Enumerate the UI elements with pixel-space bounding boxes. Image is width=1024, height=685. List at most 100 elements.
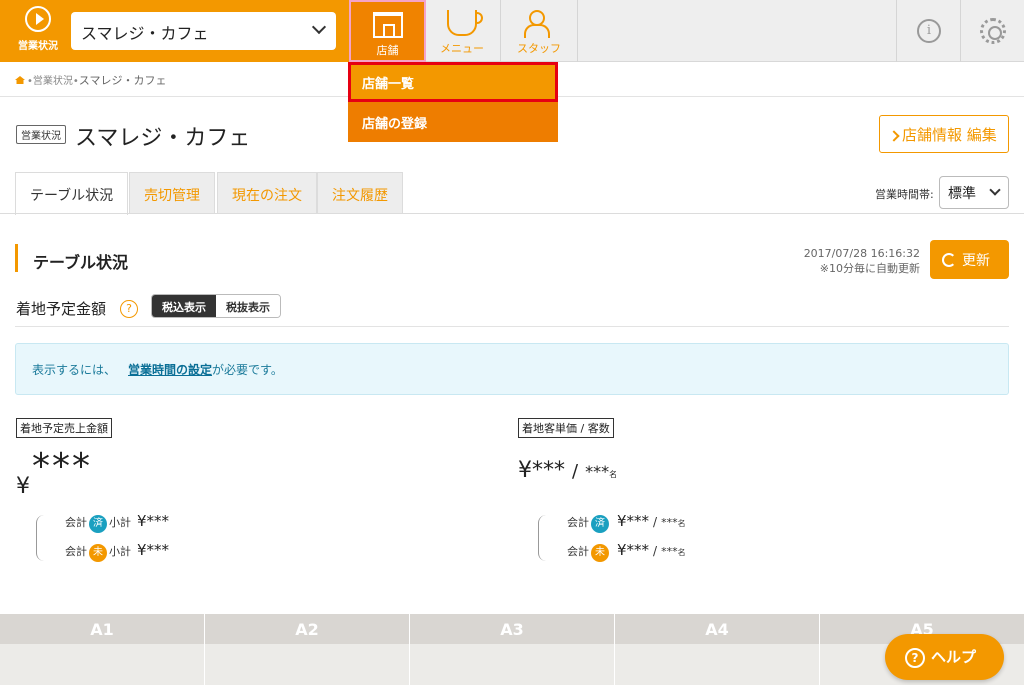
count-unit: 名 bbox=[609, 470, 618, 479]
breadcrumb-parent[interactable]: •営業状況• bbox=[27, 76, 79, 87]
row-label: 会計 bbox=[65, 545, 87, 558]
cup-icon bbox=[447, 10, 483, 36]
sales-status-label: 営業状況 bbox=[18, 41, 58, 52]
slash: / bbox=[653, 515, 658, 529]
unsettled-badge: 未 bbox=[591, 544, 609, 562]
settled-badge: 済 bbox=[591, 515, 609, 533]
tax-toggle: 税込表示 税抜表示 bbox=[151, 294, 281, 318]
unsettled-badge: 未 bbox=[89, 544, 107, 562]
breadcrumb: •営業状況•スマレジ・カフェ bbox=[15, 72, 166, 88]
help-question-icon[interactable]: ? bbox=[120, 300, 138, 318]
home-icon[interactable] bbox=[15, 76, 25, 84]
customer-count: *** bbox=[585, 462, 610, 481]
row-label: 会計 bbox=[567, 516, 589, 529]
nav-menu[interactable]: メニュー bbox=[424, 0, 501, 62]
update-time: 2017/07/28 16:16:32 bbox=[803, 247, 920, 260]
help-icon: ? bbox=[905, 648, 925, 668]
notice-suffix: が必要です。 bbox=[212, 363, 283, 377]
staff-icon bbox=[524, 10, 554, 38]
row-count: *** bbox=[661, 545, 678, 558]
page-badge: 営業状況 bbox=[16, 125, 66, 144]
tab-divider bbox=[0, 213, 1024, 214]
edit-store-info-label: 店舗情報 編集 bbox=[902, 126, 997, 144]
hours-label: 営業時間帯: bbox=[875, 188, 934, 201]
row-count: *** bbox=[661, 516, 678, 529]
per-customer-summary: ¥*** / ***名 bbox=[518, 458, 617, 483]
slash: / bbox=[653, 544, 658, 558]
count-unit: 名 bbox=[677, 519, 686, 528]
slash: / bbox=[572, 461, 579, 482]
row-label: 会計 bbox=[567, 545, 589, 558]
per-customer-tag: 着地客単価 / 客数 bbox=[518, 418, 614, 438]
auto-update-note: ※10分毎に自動更新 bbox=[819, 262, 920, 275]
tab-order-history[interactable]: 注文履歴 bbox=[317, 172, 403, 214]
row-value: ¥*** bbox=[137, 541, 170, 559]
refresh-icon bbox=[942, 253, 956, 267]
row-value: ¥*** bbox=[137, 512, 170, 530]
business-hours-setting-link[interactable]: 営業時間の設定 bbox=[128, 363, 212, 377]
tab-sold-out[interactable]: 売切管理 bbox=[129, 172, 215, 214]
forecast-sales-yen: ¥ bbox=[16, 474, 30, 499]
table-a3[interactable]: A3 bbox=[410, 614, 615, 685]
hours-select-value: 標準 bbox=[948, 186, 976, 202]
row-sub: 小計 bbox=[109, 545, 131, 558]
hours-select[interactable]: 標準 bbox=[939, 176, 1009, 209]
forecast-sales-value: *** bbox=[32, 446, 92, 487]
refresh-label: 更新 bbox=[962, 253, 990, 269]
section-title: テーブル状況 bbox=[33, 253, 129, 272]
row-sub: 小計 bbox=[109, 516, 131, 529]
brand-area: 営業状況 スマレジ・カフェ bbox=[0, 0, 349, 62]
nav-staff[interactable]: スタッフ bbox=[501, 0, 578, 62]
menu-item-store-register[interactable]: 店舗の登録 bbox=[348, 102, 558, 142]
per-customer-row-settled: 会計済 ¥*** / ***名 bbox=[567, 512, 686, 533]
row-value: ¥*** bbox=[617, 541, 650, 559]
help-label: ヘルプ bbox=[931, 648, 977, 666]
menu-item-store-list[interactable]: 店舗一覧 bbox=[348, 62, 558, 102]
store-select-value: スマレジ・カフェ bbox=[81, 24, 209, 43]
chevron-down-icon bbox=[989, 184, 1001, 196]
table-a2[interactable]: A2 bbox=[205, 614, 410, 685]
per-customer-row-unsettled: 会計未 ¥*** / ***名 bbox=[567, 541, 686, 562]
forecast-amount-label: 着地予定金額 bbox=[16, 300, 107, 318]
store-select[interactable]: スマレジ・カフェ bbox=[71, 12, 336, 50]
gear-icon bbox=[980, 18, 1006, 44]
brace bbox=[36, 515, 44, 561]
table-a4[interactable]: A4 bbox=[615, 614, 820, 685]
refresh-button[interactable]: 更新 bbox=[930, 240, 1009, 279]
nav-staff-label: スタッフ bbox=[517, 42, 561, 55]
info-button[interactable]: i bbox=[896, 0, 960, 62]
settled-badge: 済 bbox=[89, 515, 107, 533]
tax-included-option[interactable]: 税込表示 bbox=[152, 295, 216, 317]
forecast-sales-tag: 着地予定売上金額 bbox=[16, 418, 112, 438]
store-icon bbox=[372, 12, 403, 38]
help-button[interactable]: ? ヘルプ bbox=[885, 634, 1004, 680]
notice-prefix: 表示するには、 bbox=[32, 363, 117, 377]
nav-menu-label: メニュー bbox=[440, 42, 484, 55]
page-title: スマレジ・カフェ bbox=[75, 126, 251, 151]
nav-store[interactable]: 店舗 bbox=[349, 0, 426, 62]
sales-row-unsettled: 会計未小計 ¥*** bbox=[65, 541, 169, 562]
row-value: ¥*** bbox=[617, 512, 650, 530]
per-customer-value: ¥*** bbox=[518, 458, 565, 483]
count-unit: 名 bbox=[677, 548, 686, 557]
section-accent bbox=[15, 244, 18, 272]
chevron-right-icon bbox=[888, 130, 900, 142]
tab-current-orders[interactable]: 現在の注文 bbox=[217, 172, 317, 214]
timestamp: 2017/07/28 16:16:32 ※10分毎に自動更新 bbox=[804, 246, 920, 276]
brace bbox=[538, 515, 546, 561]
notice-box: 表示するには、 営業時間の設定が必要です。 bbox=[15, 343, 1009, 395]
table-a1[interactable]: A1 bbox=[0, 614, 205, 685]
breadcrumb-current: スマレジ・カフェ bbox=[78, 74, 167, 87]
tax-excluded-option[interactable]: 税抜表示 bbox=[216, 295, 280, 317]
chevron-down-icon bbox=[311, 19, 327, 35]
settings-button[interactable] bbox=[960, 0, 1024, 62]
sales-row-settled: 会計済小計 ¥*** bbox=[65, 512, 169, 533]
divider bbox=[15, 326, 1009, 327]
tab-table-status[interactable]: テーブル状況 bbox=[15, 172, 129, 215]
info-icon: i bbox=[917, 19, 941, 43]
edit-store-info-button[interactable]: 店舗情報 編集 bbox=[879, 115, 1009, 153]
nav-store-label: 店舗 bbox=[376, 44, 399, 57]
play-circle-icon bbox=[25, 6, 51, 32]
row-label: 会計 bbox=[65, 516, 87, 529]
sales-status-button[interactable]: 営業状況 bbox=[8, 6, 68, 58]
